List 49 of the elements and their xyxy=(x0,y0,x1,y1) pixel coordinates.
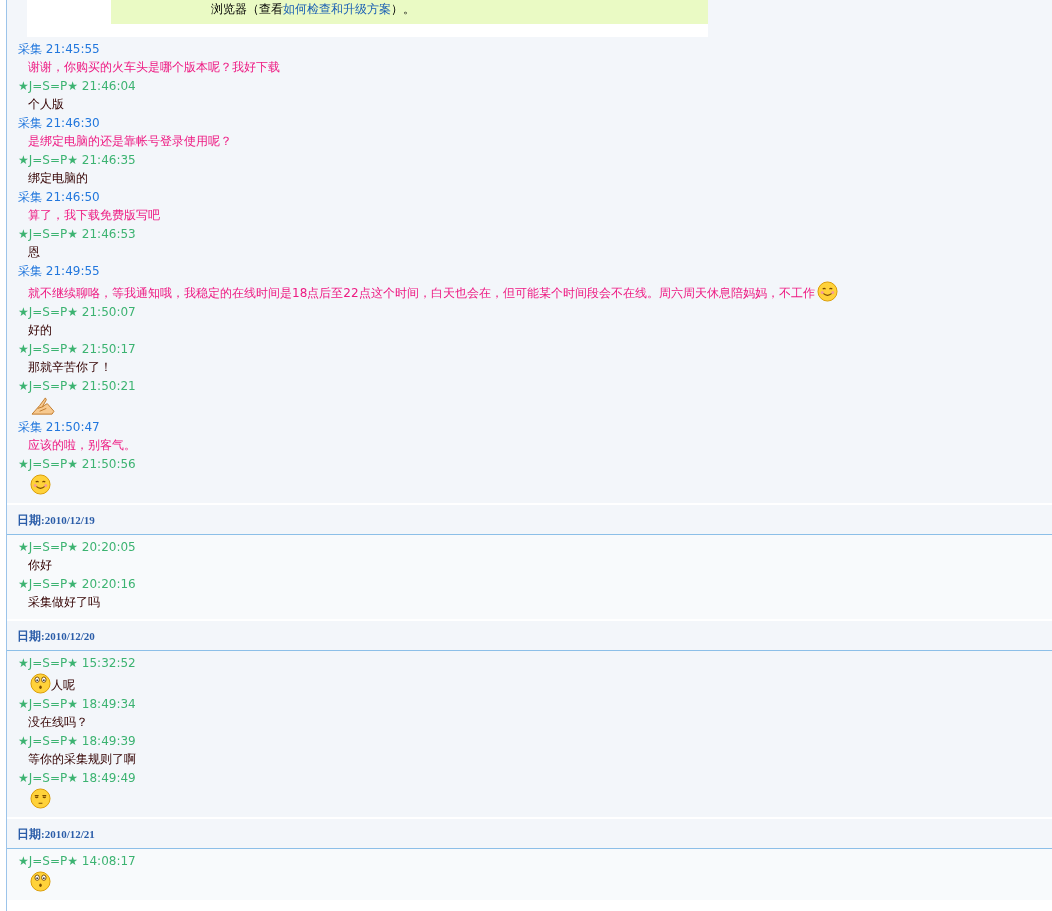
message-text: 谢谢，你购买的火车头是哪个版本呢？我好下载 xyxy=(28,59,280,76)
message-text: 绑定电脑的 xyxy=(28,170,88,187)
sender-timestamp: ★J=S=P★ 21:46:35 xyxy=(18,152,137,168)
message-text: 就不继续聊咯，等我通知哦，我稳定的在线时间是18点后至22点这个时间，白天也会在，但可能某个时间段会不在线。周六周天休息陪妈妈，不工作 xyxy=(28,285,815,302)
date-label: 日期 xyxy=(17,513,41,527)
sender-timestamp: 采集 21:46:50 xyxy=(18,189,101,205)
date-value: :2010/12/19 xyxy=(41,514,95,526)
date-value: :2010/12/21 xyxy=(41,828,95,840)
sender-timestamp: ★J=S=P★ 18:49:49 xyxy=(18,770,137,786)
message-text: 人呢 xyxy=(51,677,75,694)
message-text: 恩 xyxy=(28,244,40,261)
sender-timestamp: ★J=S=P★ 15:32:52 xyxy=(18,655,137,671)
sender-timestamp: ★J=S=P★ 21:50:21 xyxy=(18,378,137,394)
message-text: 等你的采集规则了啊 xyxy=(28,751,136,768)
sender-timestamp: ★J=S=P★ 21:50:07 xyxy=(18,304,137,320)
sender-timestamp: 采集 21:46:30 xyxy=(18,115,101,131)
message-text: 那就辛苦你了！ xyxy=(28,359,112,376)
sender-timestamp: ★J=S=P★ 18:49:39 xyxy=(18,733,137,749)
date-value: :2010/12/20 xyxy=(41,630,95,642)
sender-timestamp: ★J=S=P★ 20:20:16 xyxy=(18,576,137,592)
message-text: 好的 xyxy=(28,322,52,339)
message-text: 采集做好了吗 xyxy=(28,594,100,611)
sender-timestamp: ★J=S=P★ 21:50:17 xyxy=(18,341,137,357)
sender-timestamp: ★J=S=P★ 21:46:04 xyxy=(18,78,137,94)
sender-timestamp: ★J=S=P★ 14:08:17 xyxy=(18,853,137,869)
sender-timestamp: 采集 21:49:55 xyxy=(18,263,101,279)
upgrade-link[interactable]: 如何检查和升级方案 xyxy=(283,2,391,16)
message-text: 是绑定电脑的还是靠帐号登录使用呢？ xyxy=(28,133,232,150)
smug-face-icon xyxy=(30,788,51,809)
sender-timestamp: ★J=S=P★ 20:20:05 xyxy=(18,539,137,555)
date-label: 日期 xyxy=(17,827,41,841)
smiley-face-icon xyxy=(30,474,51,495)
sender-timestamp: ★J=S=P★ 18:49:34 xyxy=(18,696,137,712)
message-text: 算了，我下载免费版写吧 xyxy=(28,207,160,224)
message-text: 没在线吗？ xyxy=(28,714,88,731)
sender-timestamp: 采集 21:45:55 xyxy=(18,41,101,57)
message-text: 个人版 xyxy=(28,96,64,113)
notice-text: ）。 xyxy=(391,2,415,16)
smiley-face-icon xyxy=(816,281,838,302)
sender-timestamp: 采集 21:50:47 xyxy=(18,419,101,435)
folded-hands-icon xyxy=(30,396,55,417)
surprised-face-icon xyxy=(30,673,51,694)
date-label: 日期 xyxy=(17,629,41,643)
surprised-face-icon xyxy=(30,871,51,892)
sender-timestamp: ★J=S=P★ 21:46:53 xyxy=(18,226,137,242)
notice-text: 浏览器（查看 xyxy=(211,2,283,16)
message-text: 应该的啦，别客气。 xyxy=(28,437,136,454)
message-text: 你好 xyxy=(28,557,52,574)
sender-timestamp: ★J=S=P★ 21:50:56 xyxy=(18,456,137,472)
